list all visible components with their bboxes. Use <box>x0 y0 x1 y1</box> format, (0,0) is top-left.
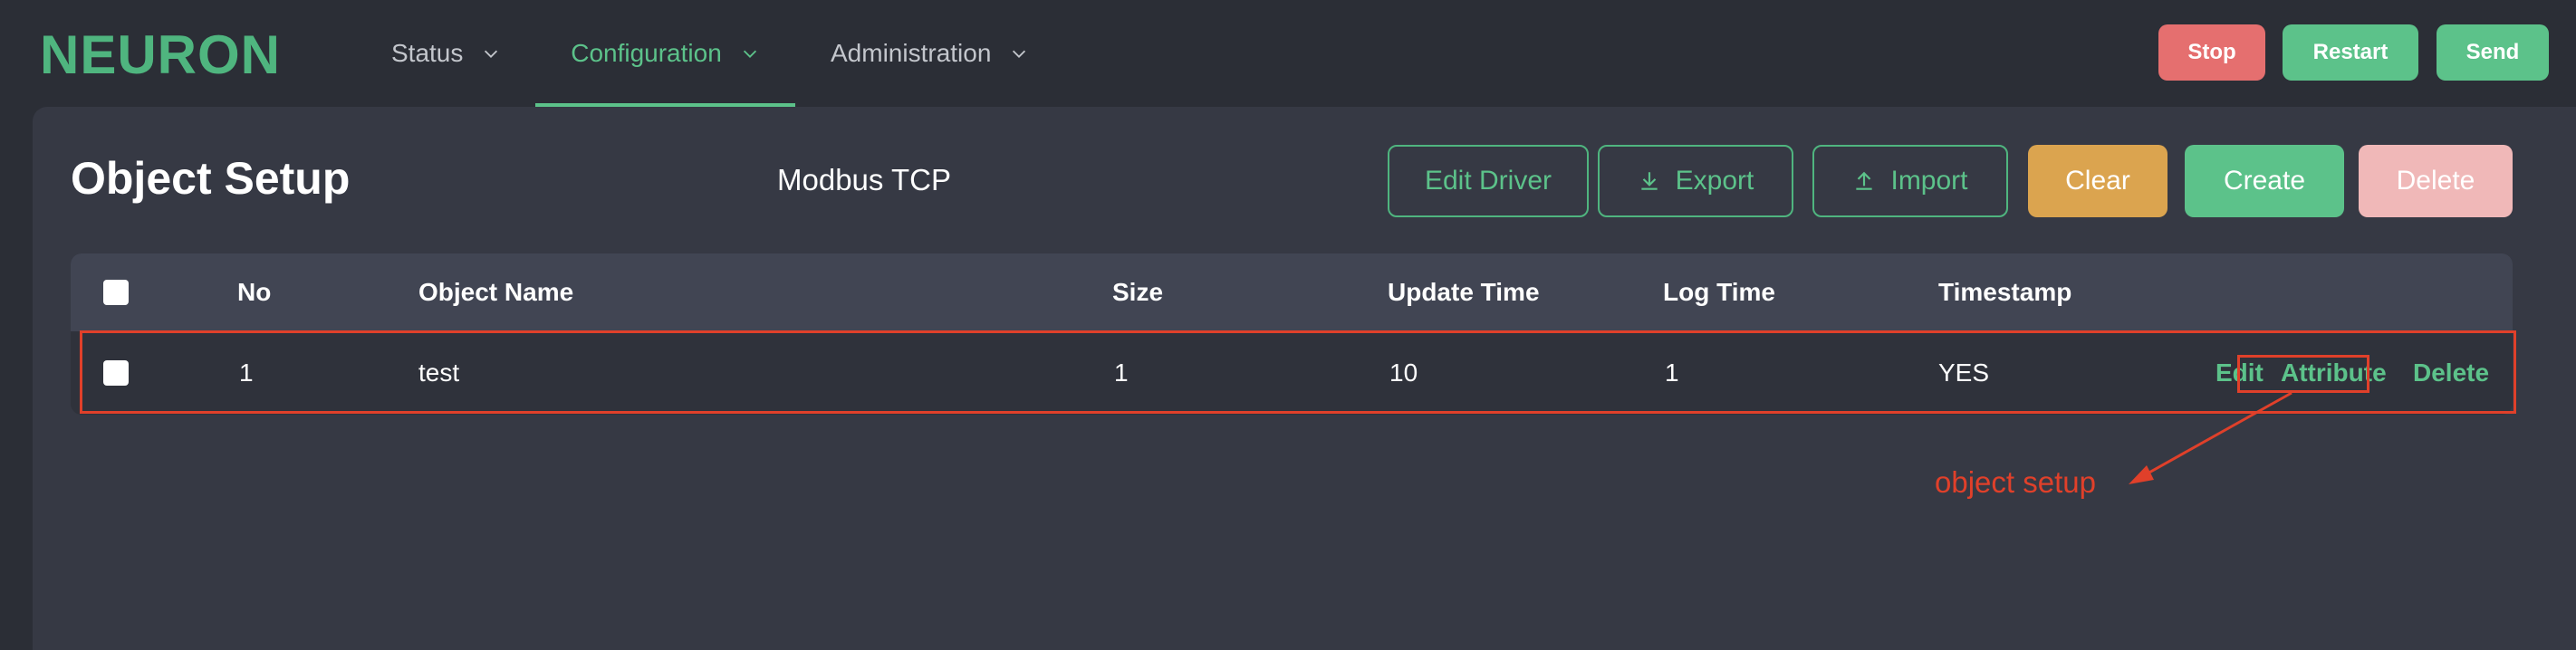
chevron-down-icon <box>1013 50 1026 58</box>
chevron-down-icon <box>485 50 498 58</box>
column-header-log-time: Log Time <box>1663 278 1775 306</box>
edit-driver-button[interactable]: Edit Driver <box>1388 145 1589 217</box>
import-label: Import <box>1890 166 1968 196</box>
upload-icon <box>1856 171 1873 190</box>
page-title: Object Setup <box>71 153 351 204</box>
stop-button[interactable]: Stop <box>2158 24 2265 81</box>
export-button[interactable]: Export <box>1598 145 1793 217</box>
nav-status[interactable]: Status <box>391 0 501 107</box>
column-header-object-name: Object Name <box>418 278 574 306</box>
annotation-row-highlight <box>80 330 2516 414</box>
neuron-logo: NEURON <box>40 24 282 85</box>
import-button[interactable]: Import <box>1812 145 2008 217</box>
nav-administration[interactable]: Administration <box>831 0 1029 107</box>
edit-driver-label: Edit Driver <box>1424 166 1552 196</box>
nav-configuration-label: Configuration <box>571 39 722 67</box>
column-header-no: No <box>237 278 272 306</box>
restart-button[interactable]: Restart <box>2283 24 2418 81</box>
select-all-checkbox[interactable] <box>103 280 129 305</box>
export-label: Export <box>1675 166 1754 196</box>
delete-button[interactable]: Delete <box>2359 145 2513 217</box>
clear-button[interactable]: Clear <box>2028 145 2167 217</box>
annotation-label: object setup <box>1935 465 2096 499</box>
delete-label: Delete <box>2396 166 2475 196</box>
column-header-size: Size <box>1112 278 1164 306</box>
chevron-down-icon <box>743 50 756 58</box>
top-header: NEURON Status Configuration Administrati… <box>0 0 2576 107</box>
create-button[interactable]: Create <box>2185 145 2344 217</box>
table-header: No Object Name Size Update Time Log Time… <box>71 253 2513 331</box>
annotation-attribute-highlight <box>2237 355 2369 393</box>
column-header-update-time: Update Time <box>1388 278 1540 306</box>
clear-label: Clear <box>2065 166 2130 196</box>
column-header-timestamp: Timestamp <box>1938 278 2072 306</box>
nav-status-label: Status <box>391 39 464 67</box>
nav-administration-label: Administration <box>831 39 992 67</box>
send-button[interactable]: Send <box>2437 24 2549 81</box>
create-label: Create <box>2223 166 2306 196</box>
driver-name: Modbus TCP <box>777 163 951 196</box>
nav-configuration[interactable]: Configuration <box>535 0 795 107</box>
download-icon <box>1640 172 1658 190</box>
